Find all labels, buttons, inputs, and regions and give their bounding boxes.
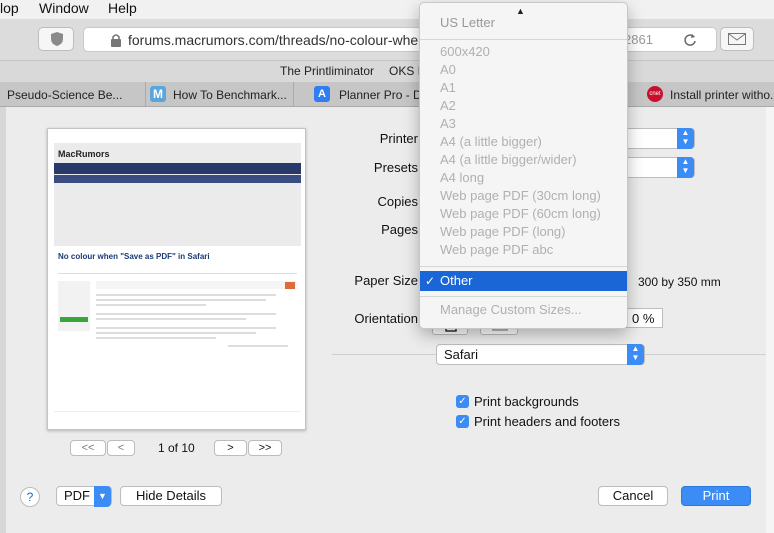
bookmark-oks[interactable]: OKS I	[389, 64, 421, 78]
preview-line	[96, 332, 256, 334]
menu-separator	[420, 266, 627, 267]
preview-badge	[60, 317, 88, 322]
print-backgrounds-label: Print backgrounds	[474, 394, 579, 409]
cnet-icon: cnet	[647, 86, 663, 102]
preview-divider	[58, 273, 297, 274]
menu-item-other-label: Other	[440, 273, 473, 288]
menu-item-web-30cm[interactable]: Web page PDF (30cm long)	[420, 187, 627, 205]
preview-post-header	[96, 281, 296, 289]
tab-label: Install printer witho...	[670, 88, 774, 102]
tab-pseudo-science[interactable]: Pseudo-Science Be...	[0, 82, 146, 107]
preview-line	[96, 294, 276, 296]
preview-page-title: No colour when "Save as PDF" in Safari	[58, 252, 210, 261]
menu-window[interactable]: Window	[39, 0, 89, 17]
share-mail-button[interactable]	[720, 27, 754, 51]
section-popup-value: Safari	[444, 347, 478, 362]
next-page-button[interactable]: >	[214, 440, 247, 456]
preview-site-name: MacRumors	[58, 149, 110, 159]
print-backgrounds-checkbox[interactable]: ✓	[456, 395, 469, 408]
orientation-label: Orientation	[354, 311, 418, 326]
first-page-button[interactable]: <<	[70, 440, 106, 456]
browser-toolbar: forums.macrumors.com/threads/no-colour-w…	[0, 19, 774, 61]
page-counter: 1 of 10	[158, 441, 195, 455]
menu-item-web-60cm[interactable]: Web page PDF (60cm long)	[420, 205, 627, 223]
mail-icon	[728, 33, 746, 45]
chevron-down-icon: ▼	[94, 486, 111, 507]
cancel-button[interactable]: Cancel	[598, 486, 668, 506]
menu-separator	[420, 39, 627, 40]
hide-details-button[interactable]: Hide Details	[120, 486, 222, 506]
m-logo-icon: M	[150, 86, 166, 102]
bookmarks-bar: The Printliminator OKS I	[0, 61, 774, 82]
section-popup[interactable]: Safari ▲ ▼	[436, 344, 645, 365]
pdf-button-label: PDF	[64, 488, 90, 503]
menu-item-600x420[interactable]: 600x420	[420, 43, 627, 61]
menu-item-a4-bigger-wider[interactable]: A4 (a little bigger/wider)	[420, 151, 627, 169]
pages-label: Pages	[381, 222, 418, 237]
printer-label: Printer	[379, 131, 418, 146]
preview-line	[96, 337, 216, 339]
prev-page-button[interactable]: <	[107, 440, 135, 456]
paper-size-label: Paper Size	[354, 273, 418, 288]
menu-separator	[420, 296, 627, 297]
tab-label: Pseudo-Science Be...	[7, 88, 123, 102]
menu-item-a0[interactable]: A0	[420, 61, 627, 79]
print-preview: MacRumors No colour when "Save as PDF" i…	[47, 128, 306, 430]
preview-nav	[54, 163, 301, 174]
window-edge	[766, 107, 774, 533]
menu-item-web-abc[interactable]: Web page PDF abc	[420, 241, 627, 259]
menu-item-a1[interactable]: A1	[420, 79, 627, 97]
tab-benchmark[interactable]: M How To Benchmark...	[146, 82, 294, 107]
reload-icon[interactable]	[683, 33, 697, 47]
preview-avatar	[58, 281, 90, 331]
menu-item-other[interactable]: ✓ Other	[420, 271, 627, 291]
print-headers-footers-label: Print headers and footers	[474, 414, 620, 429]
shield-button[interactable]	[38, 27, 74, 51]
print-headers-footers-checkbox[interactable]: ✓	[456, 415, 469, 428]
print-button[interactable]: Print	[681, 486, 751, 506]
preview-post-tag	[285, 282, 295, 289]
menu-item-a3[interactable]: A3	[420, 115, 627, 133]
checkmark-icon: ✓	[425, 274, 436, 288]
help-button[interactable]: ?	[20, 487, 40, 507]
preview-line	[228, 345, 288, 347]
menu-item-manage-custom-sizes[interactable]: Manage Custom Sizes...	[420, 301, 627, 319]
bookmark-printliminator[interactable]: The Printliminator	[280, 64, 374, 78]
tab-label: Planner Pro - Da	[339, 88, 429, 102]
paper-size-dimensions: 300 by 350 mm	[638, 275, 721, 289]
menu-item-a4-long[interactable]: A4 long	[420, 169, 627, 187]
app-store-icon: A	[314, 86, 330, 102]
address-tail: 2861	[624, 32, 653, 47]
address-text: forums.macrumors.com/threads/no-colour-w…	[128, 32, 446, 48]
preview-line	[96, 318, 246, 320]
preview-line	[96, 304, 206, 306]
popup-arrows-icon: ▲ ▼	[677, 128, 694, 149]
tab-bar: Pseudo-Science Be... M How To Benchmark.…	[0, 82, 774, 107]
shield-icon	[51, 32, 63, 46]
preview-line	[96, 299, 266, 301]
last-page-button[interactable]: >>	[248, 440, 282, 456]
paper-size-dropdown: ▲ US Letter 600x420 A0 A1 A2 A3 A4 (a li…	[419, 2, 628, 329]
popup-arrows-icon: ▲ ▼	[677, 157, 694, 178]
menu-item-us-letter[interactable]: US Letter	[420, 14, 627, 32]
copies-label: Copies	[377, 194, 418, 209]
menu-item-a4-bigger[interactable]: A4 (a little bigger)	[420, 133, 627, 151]
menu-item-a2[interactable]: A2	[420, 97, 627, 115]
pdf-menu-button[interactable]: PDF ▼	[56, 486, 112, 507]
lock-icon	[111, 34, 121, 47]
tab-install-printer[interactable]: cnet Install printer witho...	[638, 82, 774, 107]
menu-item-web-long[interactable]: Web page PDF (long)	[420, 223, 627, 241]
presets-label: Presets	[373, 160, 418, 175]
popup-arrows-icon: ▲ ▼	[627, 344, 644, 365]
preview-subnav	[54, 175, 301, 183]
menu-help[interactable]: Help	[108, 0, 137, 17]
preview-line	[96, 327, 276, 329]
tab-label: How To Benchmark...	[173, 88, 287, 102]
preview-line	[96, 313, 276, 315]
preview-footer-line	[54, 411, 301, 412]
menu-bar: lop Window Help	[0, 0, 774, 19]
menu-develop[interactable]: lop	[0, 0, 19, 17]
